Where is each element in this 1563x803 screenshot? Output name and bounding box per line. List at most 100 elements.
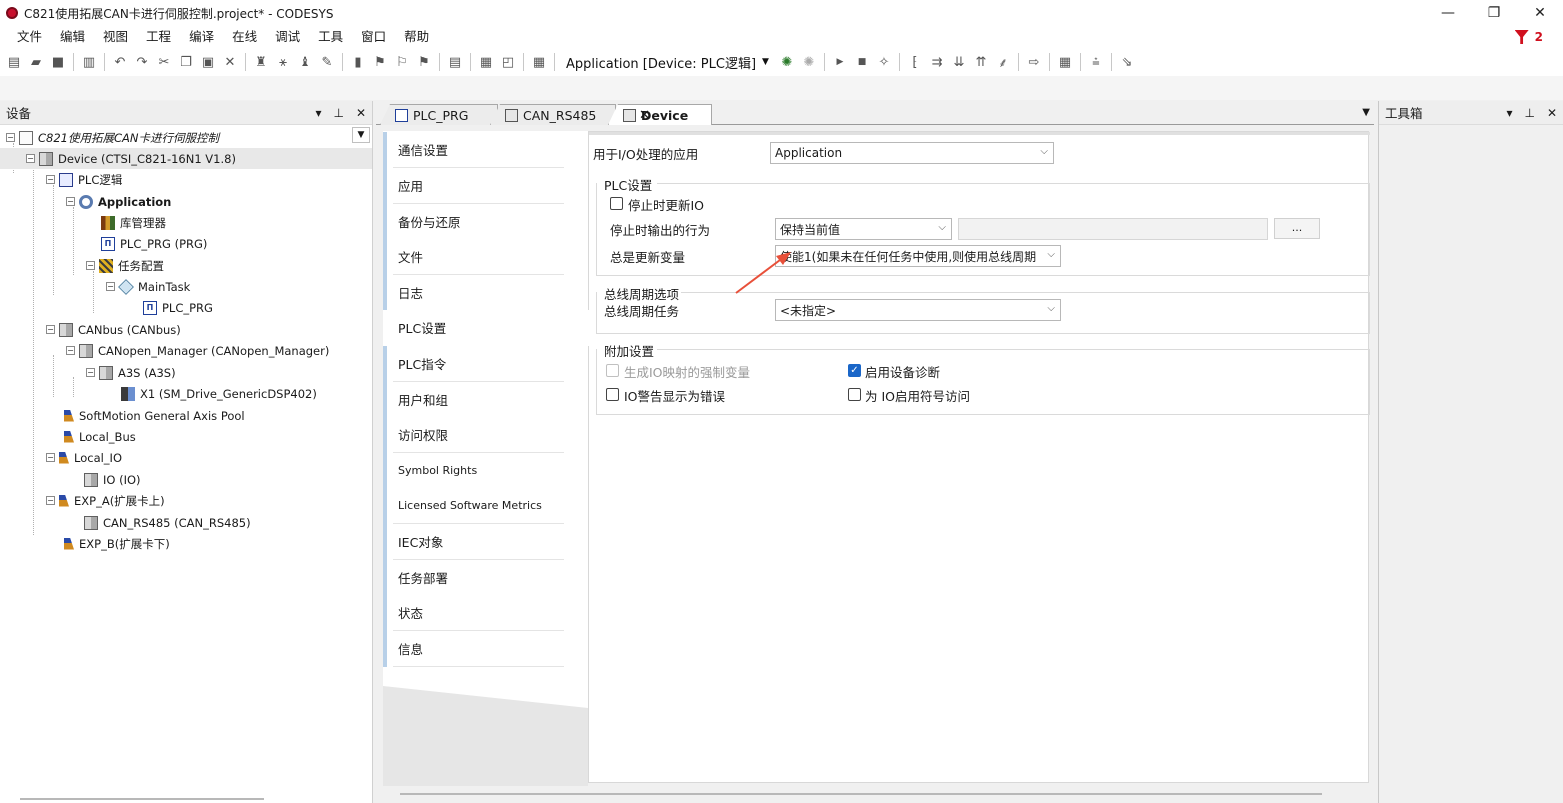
- tree-dropdown-icon[interactable]: ▼: [352, 127, 370, 143]
- collapse-icon[interactable]: −: [86, 261, 95, 270]
- tree-node-axis-pool[interactable]: SoftMotion General Axis Pool: [64, 405, 245, 426]
- menu-tools[interactable]: 工具: [309, 26, 352, 48]
- step-into-icon[interactable]: ⇊: [949, 52, 969, 72]
- new-project-icon[interactable]: ▤: [4, 52, 24, 72]
- save-icon[interactable]: ■: [48, 52, 68, 72]
- collapse-icon[interactable]: −: [106, 282, 115, 291]
- panel-close-icon[interactable]: ✕: [356, 106, 366, 120]
- bookmark-clear-icon[interactable]: ⚑: [414, 52, 434, 72]
- nav-communication[interactable]: 通信设置: [383, 132, 588, 168]
- active-application-select[interactable]: Application [Device: PLC逻辑] ▼: [560, 51, 775, 73]
- delete-icon[interactable]: ✕: [220, 52, 240, 72]
- step-over-icon[interactable]: ⇉: [927, 52, 947, 72]
- browse-button[interactable]: ...: [1274, 218, 1320, 239]
- login-icon[interactable]: ✺: [777, 52, 797, 72]
- bookmark-icon[interactable]: ▮: [348, 52, 368, 72]
- nav-files[interactable]: 文件: [383, 239, 588, 275]
- nav-iec-objects[interactable]: IEC对象: [383, 524, 588, 560]
- output-behavior-select[interactable]: 保持当前值 ⌵: [775, 218, 952, 240]
- pin-icon[interactable]: ⊥: [1524, 106, 1534, 120]
- stop-icon[interactable]: ■: [852, 52, 872, 72]
- nav-plc-settings[interactable]: PLC设置: [383, 310, 596, 346]
- tree-node-io[interactable]: IO (IO): [84, 469, 141, 490]
- tree-node-plc-logic[interactable]: − PLC逻辑: [46, 169, 122, 190]
- nav-status[interactable]: 状态: [383, 595, 588, 631]
- nav-licensed-metrics[interactable]: Licensed Software Metrics: [383, 488, 588, 524]
- menu-build[interactable]: 编译: [180, 26, 223, 48]
- tab-can-rs485[interactable]: CAN_RS485: [490, 104, 616, 125]
- toggle-breakpoint-icon[interactable]: ⁅: [905, 52, 925, 72]
- tree-node-x1-drive[interactable]: X1 (SM_Drive_GenericDSP402): [121, 383, 317, 404]
- forced-variables-checkbox[interactable]: [606, 364, 619, 377]
- bookmark-prev-icon[interactable]: ⚐: [392, 52, 412, 72]
- breakpoints-icon[interactable]: ⸙: [993, 52, 1013, 72]
- nav-information[interactable]: 信息: [383, 631, 588, 667]
- menu-view[interactable]: 视图: [94, 26, 137, 48]
- nav-application[interactable]: 应用: [383, 168, 588, 204]
- collapse-icon[interactable]: −: [46, 496, 55, 505]
- tab-plc-prg[interactable]: PLC_PRG: [380, 104, 498, 125]
- bus-cycle-task-select[interactable]: <未指定> ⌵: [775, 299, 1061, 321]
- message-flag[interactable]: 2: [1514, 26, 1543, 48]
- write-values-icon[interactable]: ⇨: [1024, 52, 1044, 72]
- tree-node-exp-a[interactable]: − EXP_A(扩展卡上): [46, 490, 165, 511]
- tree-node-device[interactable]: − Device (CTSI_C821-16N1 V1.8): [0, 148, 372, 169]
- restore-button[interactable]: ❐: [1471, 0, 1517, 26]
- io-warnings-as-errors-checkbox[interactable]: [606, 388, 619, 401]
- collapse-icon[interactable]: −: [46, 453, 55, 462]
- tree-node-application[interactable]: − Application: [66, 191, 171, 212]
- panel-menu-icon[interactable]: ▾: [315, 106, 321, 120]
- tree-node-maintask[interactable]: − MainTask: [106, 276, 190, 297]
- collapse-icon[interactable]: −: [86, 368, 95, 377]
- tree-node-plc-prg[interactable]: Π PLC_PRG (PRG): [101, 233, 207, 254]
- find-icon[interactable]: ♜: [251, 52, 271, 72]
- nav-backup-restore[interactable]: 备份与还原: [383, 204, 588, 240]
- tree-node-task-call[interactable]: Π PLC_PRG: [143, 297, 213, 318]
- nav-log[interactable]: 日志: [383, 275, 588, 311]
- tree-node-local-bus[interactable]: Local_Bus: [64, 426, 136, 447]
- always-update-select[interactable]: 使能1(如果未在任何任务中使用,则使用总线周期 ⌵: [775, 245, 1061, 267]
- menu-help[interactable]: 帮助: [395, 26, 438, 48]
- menu-edit[interactable]: 编辑: [51, 26, 94, 48]
- copy-icon[interactable]: ❐: [176, 52, 196, 72]
- close-button[interactable]: ✕: [1517, 0, 1563, 26]
- cut-icon[interactable]: ✂: [154, 52, 174, 72]
- flow-control-icon[interactable]: ⇘: [1117, 52, 1137, 72]
- menu-file[interactable]: 文件: [8, 26, 51, 48]
- collapse-icon[interactable]: −: [66, 346, 75, 355]
- tab-device[interactable]: Device ✕: [608, 104, 712, 125]
- io-application-select[interactable]: Application ⌵: [770, 142, 1054, 164]
- redo-icon[interactable]: ↷: [132, 52, 152, 72]
- find-in-project-icon[interactable]: ♝: [295, 52, 315, 72]
- tree-node-library-manager[interactable]: 库管理器: [101, 212, 166, 233]
- collapse-icon[interactable]: −: [66, 197, 75, 206]
- collapse-icon[interactable]: −: [6, 133, 15, 142]
- horizontal-scrollbar[interactable]: [20, 798, 264, 800]
- force-values-icon[interactable]: ▦: [1055, 52, 1075, 72]
- panel-close-icon[interactable]: ✕: [1547, 106, 1557, 120]
- symbolic-access-checkbox[interactable]: [848, 388, 861, 401]
- tree-node-canopen-manager[interactable]: − CANopen_Manager (CANopen_Manager): [66, 340, 329, 361]
- logout-icon[interactable]: ✺: [799, 52, 819, 72]
- unforce-icon[interactable]: ⩮: [1086, 52, 1106, 72]
- nav-plc-shell[interactable]: PLC指令: [383, 346, 588, 382]
- nav-task-deployment[interactable]: 任务部署: [383, 560, 588, 596]
- tab-list-dropdown-icon[interactable]: ▼: [1362, 107, 1370, 118]
- enable-diagnostics-checkbox[interactable]: ✓: [848, 364, 861, 377]
- menu-window[interactable]: 窗口: [352, 26, 395, 48]
- nav-symbol-rights[interactable]: Symbol Rights: [383, 453, 588, 489]
- replace-icon[interactable]: ⚹: [273, 52, 293, 72]
- reset-icon[interactable]: ✧: [874, 52, 894, 72]
- paste-icon[interactable]: ▣: [198, 52, 218, 72]
- collapse-icon[interactable]: −: [46, 175, 55, 184]
- object-icon[interactable]: ▤: [445, 52, 465, 72]
- panel-menu-icon[interactable]: ▾: [1506, 106, 1512, 120]
- undo-icon[interactable]: ↶: [110, 52, 130, 72]
- step-out-icon[interactable]: ⇈: [971, 52, 991, 72]
- update-io-on-stop-checkbox[interactable]: [610, 197, 623, 210]
- nav-users-groups[interactable]: 用户和组: [383, 382, 588, 418]
- collapse-icon[interactable]: −: [26, 154, 35, 163]
- print-icon[interactable]: ▥: [79, 52, 99, 72]
- tree-node-canbus[interactable]: − CANbus (CANbus): [46, 319, 181, 340]
- tree-node-local-io[interactable]: − Local_IO: [46, 447, 122, 468]
